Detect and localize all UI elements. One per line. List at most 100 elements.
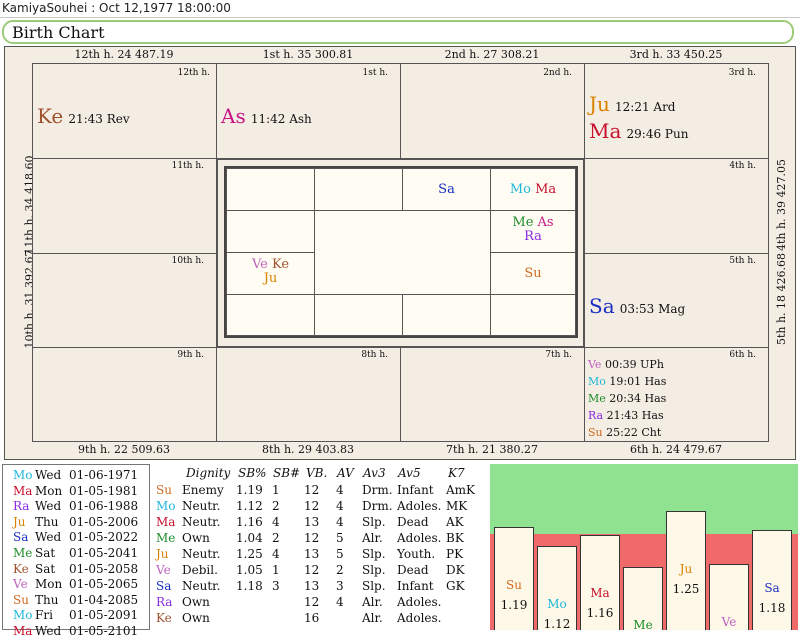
planet-ma: Ma bbox=[589, 119, 622, 143]
inner-cell[interactable]: Sa bbox=[402, 168, 491, 211]
planet-entry: As 11:42 Ash bbox=[221, 104, 312, 128]
cell-k7: AK bbox=[446, 515, 464, 529]
planet-degree: 03:53 Mag bbox=[619, 302, 686, 316]
bar-sa: Sa 1.18 bbox=[752, 530, 792, 630]
inner-cell[interactable] bbox=[226, 168, 315, 211]
house-tag: 9th h. bbox=[177, 350, 204, 360]
house-strength-7: 7th h. 21 380.27 bbox=[445, 443, 539, 456]
planet-degree: 21:43 Has bbox=[606, 409, 664, 422]
inner-cell[interactable]: Me As Ra bbox=[490, 210, 576, 253]
bottom-panel: Mo Wed 01-06-1971 Ma Mon 01-05-1981 Ra Wed 01-06… bbox=[0, 462, 800, 638]
bar-ve: Ve1.05 bbox=[709, 564, 749, 630]
inner-cell[interactable]: Ve Ke Ju bbox=[226, 252, 315, 295]
dasha-date: 01-05-2091 bbox=[69, 608, 139, 623]
house-tag: 10th h. bbox=[171, 256, 204, 266]
chart-bg-above bbox=[490, 464, 798, 534]
cell-sbn: 1 bbox=[272, 483, 280, 497]
dasha-row[interactable]: Sa Wed 01-05-2022 bbox=[13, 530, 149, 546]
house-2[interactable]: 2nd h. bbox=[400, 63, 585, 159]
planet-list: Ve 00:39 UPh Mo 19:01 Has Me 20:34 Has R… bbox=[588, 356, 666, 441]
dasha-row[interactable]: Ke Sat 01-05-2058 bbox=[13, 562, 149, 578]
dasha-day: Thu bbox=[35, 592, 59, 607]
house-9[interactable]: 9th h. bbox=[32, 347, 217, 442]
inner-cell[interactable]: Su bbox=[490, 252, 576, 295]
house-3[interactable]: 3rd h. Ju 12:21 Ard Ma 29:46 Pun bbox=[584, 63, 769, 159]
cell-dignity: Neutr. bbox=[182, 579, 221, 593]
house-strength-6: 6th h. 24 479.67 bbox=[629, 443, 723, 456]
planet-row: Ra 21:43 Has bbox=[588, 407, 666, 424]
dasha-row[interactable]: Mo Wed 01-06-1971 bbox=[13, 468, 149, 484]
cell-av5: Dead bbox=[397, 563, 429, 577]
cell-vb: 12 bbox=[304, 483, 320, 497]
table-planet: Su bbox=[156, 483, 172, 497]
cell-av: 4 bbox=[336, 483, 344, 497]
dasha-row[interactable]: Mo Fri 01-05-2091 bbox=[13, 608, 149, 624]
dasha-row[interactable]: Su Thu 01-04-2085 bbox=[13, 593, 149, 609]
cell-av3: Drm. bbox=[362, 499, 393, 513]
house-4[interactable]: 4th h. bbox=[584, 158, 769, 254]
house-tag: 5th h. bbox=[729, 256, 756, 266]
cell-dignity: Own bbox=[182, 531, 210, 545]
strength-table: Dignity SB% SB# VB. AV Av3 Av5 K7 Su Enem… bbox=[152, 464, 490, 630]
cell-av: 2 bbox=[336, 563, 344, 577]
bar-value: 1.18 bbox=[758, 601, 786, 615]
house-6[interactable]: 6th h. Ve 00:39 UPh Mo 19:01 Has Me 20:3… bbox=[584, 347, 769, 442]
cell-av5: Adoles. bbox=[397, 611, 442, 625]
cell-av5: Dead bbox=[397, 515, 429, 529]
table-planet: Ke bbox=[156, 611, 172, 625]
house-12[interactable]: 12th h. Ke 21:43 Rev bbox=[32, 63, 217, 159]
inner-cell[interactable] bbox=[314, 168, 403, 211]
cell-av3: Alr. bbox=[362, 531, 383, 545]
house-1[interactable]: 1st h. As 11:42 Ash bbox=[216, 63, 401, 159]
col-header-vb: VB. bbox=[306, 466, 328, 480]
dasha-row[interactable]: Ju Thu 01-05-2006 bbox=[13, 515, 149, 531]
cell-dignity: Own bbox=[182, 611, 210, 625]
house-10[interactable]: 10th h. bbox=[32, 253, 217, 348]
dasha-row[interactable]: Ra Wed 01-06-1988 bbox=[13, 499, 149, 515]
cell-av: 4 bbox=[336, 595, 344, 609]
inner-planet-as: As bbox=[537, 215, 554, 230]
inner-planet-me: Me bbox=[512, 215, 534, 230]
dasha-row[interactable]: Ve Mon 01-05-2065 bbox=[13, 577, 149, 593]
bar-label: Ju bbox=[679, 562, 693, 576]
planet-row: Mo 19:01 Has bbox=[588, 373, 666, 390]
col-header-dignity: Dignity bbox=[186, 466, 231, 480]
inner-cell[interactable] bbox=[226, 294, 315, 336]
bar-label: Me bbox=[633, 618, 653, 630]
inner-cell[interactable]: Mo Ma bbox=[490, 168, 576, 211]
house-5[interactable]: 5th h. Sa 03:53 Mag bbox=[584, 253, 769, 348]
cell-sbp: 1.25 bbox=[236, 547, 263, 561]
planet-ju: Ju bbox=[589, 92, 610, 116]
inner-cell[interactable] bbox=[490, 294, 576, 336]
dasha-planet: Sa bbox=[13, 530, 29, 545]
cell-vb: 12 bbox=[304, 531, 320, 545]
cell-vb: 12 bbox=[304, 563, 320, 577]
dasha-planet: Ju bbox=[13, 514, 26, 529]
cell-vb: 12 bbox=[304, 595, 320, 609]
cell-vb: 13 bbox=[304, 547, 320, 561]
cell-dignity: Neutr. bbox=[182, 515, 221, 529]
inner-cell[interactable] bbox=[402, 294, 491, 336]
inner-planet-mo: Mo bbox=[509, 182, 531, 197]
house-7[interactable]: 7th h. bbox=[400, 347, 585, 442]
planet-degree: 21:43 Rev bbox=[68, 112, 130, 126]
dasha-row[interactable]: Ma Mon 01-05-1981 bbox=[13, 484, 149, 500]
house-strength-8: 8th h. 29 403.83 bbox=[261, 443, 355, 456]
house-11[interactable]: 11th h. bbox=[32, 158, 217, 254]
table-planet: Mo bbox=[156, 499, 176, 513]
house-8[interactable]: 8th h. bbox=[216, 347, 401, 442]
inner-cell[interactable] bbox=[314, 294, 403, 336]
planet-ra: Ra bbox=[588, 409, 604, 422]
house-strength-3: 3rd h. 33 450.25 bbox=[629, 48, 723, 61]
dasha-day: Wed bbox=[35, 499, 62, 514]
inner-cell[interactable] bbox=[226, 210, 315, 253]
table-planet: Ve bbox=[156, 563, 171, 577]
col-header-av5: Av5 bbox=[398, 466, 421, 480]
cell-av3: Slp. bbox=[362, 579, 386, 593]
dasha-day: Mon bbox=[35, 483, 63, 498]
cell-k7: GK bbox=[446, 579, 465, 593]
dasha-row[interactable]: Me Sat 01-05-2041 bbox=[13, 546, 149, 562]
cell-sbp: 1.16 bbox=[236, 515, 263, 529]
cell-av: 4 bbox=[336, 499, 344, 513]
chart-title: Birth Chart bbox=[2, 20, 794, 44]
